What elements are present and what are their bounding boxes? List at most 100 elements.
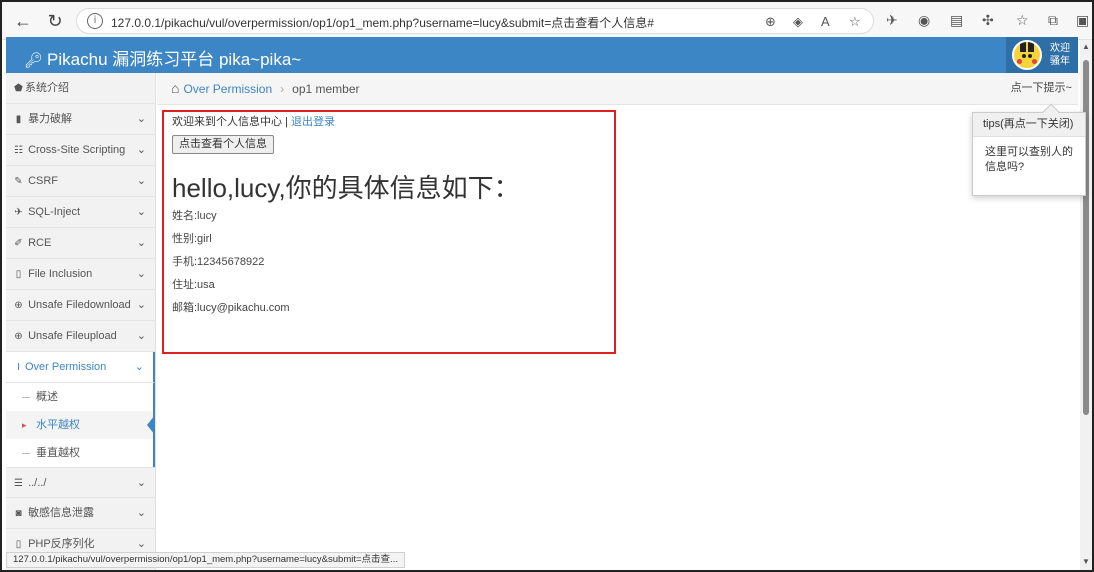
username-text: 骚年 bbox=[1050, 56, 1070, 67]
chevron-down-icon: ⌄ bbox=[136, 299, 146, 311]
sidebar-item-info-leak[interactable]: ◙ 敏感信息泄露 ⌄ bbox=[6, 498, 155, 529]
text-icon: I bbox=[17, 362, 20, 373]
plane-icon: ✈ bbox=[14, 207, 23, 218]
sidebar-item-label: CSRF bbox=[28, 175, 59, 187]
chevron-down-icon: ⌄ bbox=[136, 144, 146, 156]
chevron-down-icon: ⌄ bbox=[134, 361, 144, 373]
chevron-down-icon: ⌄ bbox=[136, 206, 146, 218]
screenshot-frame: ← ↻ i 127.0.0.1/pikachu/vul/overpermissi… bbox=[0, 0, 1094, 572]
address-field: 住址:usa bbox=[172, 279, 215, 291]
list-icon: ☷ bbox=[14, 145, 23, 156]
chevron-down-icon: ⌄ bbox=[136, 330, 146, 342]
read-aloud-icon[interactable]: A bbox=[821, 14, 830, 29]
breadcrumb: ⌂ Over Permission › op1 member 点一下提示~ bbox=[157, 73, 1078, 105]
tag-icon: ⬟ bbox=[14, 83, 23, 94]
sidebar-toggle-icon[interactable]: ▣ bbox=[1076, 12, 1089, 29]
breadcrumb-parent-link[interactable]: Over Permission bbox=[183, 82, 272, 96]
url-text[interactable]: 127.0.0.1/pikachu/vul/overpermission/op1… bbox=[111, 14, 654, 31]
member-info-panel: 欢迎来到个人信息中心 | 退出登录 点击查看个人信息 hello,lucy,你的… bbox=[162, 110, 616, 354]
gender-field: 性别:girl bbox=[172, 233, 212, 245]
sidebar-subitem-horizontal[interactable]: 水平越权 bbox=[6, 411, 155, 439]
sidebar-item-label: Cross-Site Scripting bbox=[28, 144, 126, 156]
avatar bbox=[1012, 40, 1042, 70]
sidebar-item-xss[interactable]: ☷ Cross-Site Scripting ⌄ bbox=[6, 135, 155, 166]
translate-icon[interactable]: ◈ bbox=[793, 14, 803, 30]
chevron-down-icon: ⌄ bbox=[136, 237, 146, 249]
record-icon[interactable]: ◉ bbox=[918, 12, 930, 29]
sidebar-item-intro[interactable]: ⬟ 系统介绍 bbox=[6, 73, 155, 104]
sidebar-item-label: 敏感信息泄露 bbox=[28, 507, 95, 519]
tips-body: 这里可以查别人的信息吗? bbox=[985, 146, 1073, 173]
chevron-down-icon: ⌄ bbox=[136, 113, 146, 125]
tips-title[interactable]: tips(再点一下关闭) bbox=[973, 113, 1085, 137]
status-bar-url: 127.0.0.1/pikachu/vul/overpermission/op1… bbox=[6, 552, 405, 568]
page-icon[interactable]: ▤ bbox=[950, 12, 963, 29]
edit-icon: ✎ bbox=[14, 176, 23, 187]
sidebar-item-label: 系统介绍 bbox=[25, 82, 69, 94]
download-icon: ⊕ bbox=[14, 300, 23, 311]
back-arrow-icon[interactable]: ← bbox=[12, 10, 34, 32]
lock-icon: ▮ bbox=[15, 114, 22, 125]
sidebar-item-label: Over Permission bbox=[25, 361, 107, 373]
logout-link[interactable]: 退出登录 bbox=[291, 116, 335, 128]
zoom-icon[interactable]: ⊕ bbox=[765, 14, 776, 30]
key-icon: 🔑︎ bbox=[24, 52, 44, 69]
chevron-down-icon: ⌄ bbox=[136, 477, 146, 489]
collections-icon[interactable]: ⧉ bbox=[1048, 12, 1058, 29]
sidebar-subitem-label: 水平越权 bbox=[36, 419, 80, 431]
tips-toggle-link[interactable]: 点一下提示~ bbox=[1011, 73, 1072, 103]
extensions-icon[interactable]: ✣ bbox=[982, 12, 994, 29]
site-title[interactable]: 🔑︎ Pikachu 漏洞练习平台 pika~pika~ bbox=[24, 45, 301, 70]
sidebar-item-brute-force[interactable]: ▮ 暴力破解 ⌄ bbox=[6, 104, 155, 135]
sidebar-item-over-permission[interactable]: I Over Permission ⌄ bbox=[6, 352, 155, 383]
sidebar-item-label: ../../ bbox=[28, 477, 47, 489]
favorite-star-icon[interactable]: ☆ bbox=[849, 14, 861, 30]
sidebar-subitem-overview[interactable]: 概述 bbox=[6, 383, 155, 411]
breadcrumb-current: op1 member bbox=[292, 82, 360, 96]
favorites-icon[interactable]: ☆ bbox=[1016, 12, 1029, 29]
breadcrumb-separator: › bbox=[280, 82, 285, 96]
tips-popover: tips(再点一下关闭) 这里可以查别人的信息吗? bbox=[972, 103, 1086, 196]
upload-icon: ⊕ bbox=[14, 331, 23, 342]
sidebar-item-rce[interactable]: ✐ RCE ⌄ bbox=[6, 228, 155, 259]
chevron-down-icon: ⌄ bbox=[136, 507, 146, 519]
sidebar-item-label: Unsafe Filedownload bbox=[28, 299, 131, 311]
list-icon: ☰ bbox=[14, 478, 23, 489]
view-info-button[interactable]: 点击查看个人信息 bbox=[172, 135, 274, 154]
camera-icon: ◙ bbox=[15, 508, 22, 519]
sidebar-item-label: Unsafe Fileupload bbox=[28, 330, 117, 342]
bird-extension-icon[interactable]: ✈ bbox=[886, 12, 898, 29]
user-menu[interactable]: 欢迎 骚年 bbox=[1006, 37, 1078, 73]
pencil-icon: ✐ bbox=[14, 238, 23, 249]
info-icon[interactable]: i bbox=[87, 13, 103, 29]
chevron-down-icon: ⌄ bbox=[136, 175, 146, 187]
sidebar-item-dir-traversal[interactable]: ☰ ../../ ⌄ bbox=[6, 467, 155, 498]
scroll-up-icon[interactable]: ▲ bbox=[1082, 42, 1090, 51]
sidebar-item-csrf[interactable]: ✎ CSRF ⌄ bbox=[6, 166, 155, 197]
address-bar[interactable]: i 127.0.0.1/pikachu/vul/overpermission/o… bbox=[76, 8, 874, 34]
welcome-text: 欢迎来到个人信息中心 | bbox=[172, 116, 291, 128]
sidebar-item-fileupload[interactable]: ⊕ Unsafe Fileupload ⌄ bbox=[6, 321, 155, 352]
sidebar-item-sqli[interactable]: ✈ SQL-Inject ⌄ bbox=[6, 197, 155, 228]
welcome-line: 欢迎来到个人信息中心 | 退出登录 bbox=[172, 113, 335, 129]
sidebar-item-label: PHP反序列化 bbox=[28, 538, 95, 550]
home-icon[interactable]: ⌂ bbox=[171, 73, 179, 103]
sidebar-item-label: RCE bbox=[28, 237, 52, 249]
scroll-down-icon[interactable]: ▼ bbox=[1082, 557, 1090, 566]
sidebar-subitem-vertical[interactable]: 垂直越权 bbox=[6, 439, 155, 467]
sidebar: ⬟ 系统介绍 ▮ 暴力破解 ⌄ ☷ Cross-Site Scripting ⌄ ✎ … bbox=[6, 73, 156, 570]
user-greeting: 欢迎 骚年 bbox=[1050, 42, 1076, 68]
active-pointer bbox=[147, 415, 155, 435]
sidebar-item-label: 暴力破解 bbox=[28, 113, 73, 125]
info-heading: hello,lucy,你的具体信息如下： bbox=[172, 173, 520, 203]
sidebar-item-label: File Inclusion bbox=[28, 268, 93, 280]
site-header: 🔑︎ Pikachu 漏洞练习平台 pika~pika~ 欢迎 骚年 bbox=[6, 37, 1078, 73]
sidebar-item-filedownload[interactable]: ⊕ Unsafe Filedownload ⌄ bbox=[6, 290, 155, 321]
greeting-text: 欢迎 bbox=[1050, 43, 1070, 54]
phone-field: 手机:12345678922 bbox=[172, 256, 265, 268]
sidebar-item-file-inclusion[interactable]: ▯ File Inclusion ⌄ bbox=[6, 259, 155, 290]
reload-icon[interactable]: ↻ bbox=[44, 10, 66, 32]
name-field: 姓名:lucy bbox=[172, 210, 217, 222]
site-title-text: Pikachu 漏洞练习平台 pika~pika~ bbox=[47, 50, 302, 69]
file-icon: ▯ bbox=[15, 269, 22, 280]
